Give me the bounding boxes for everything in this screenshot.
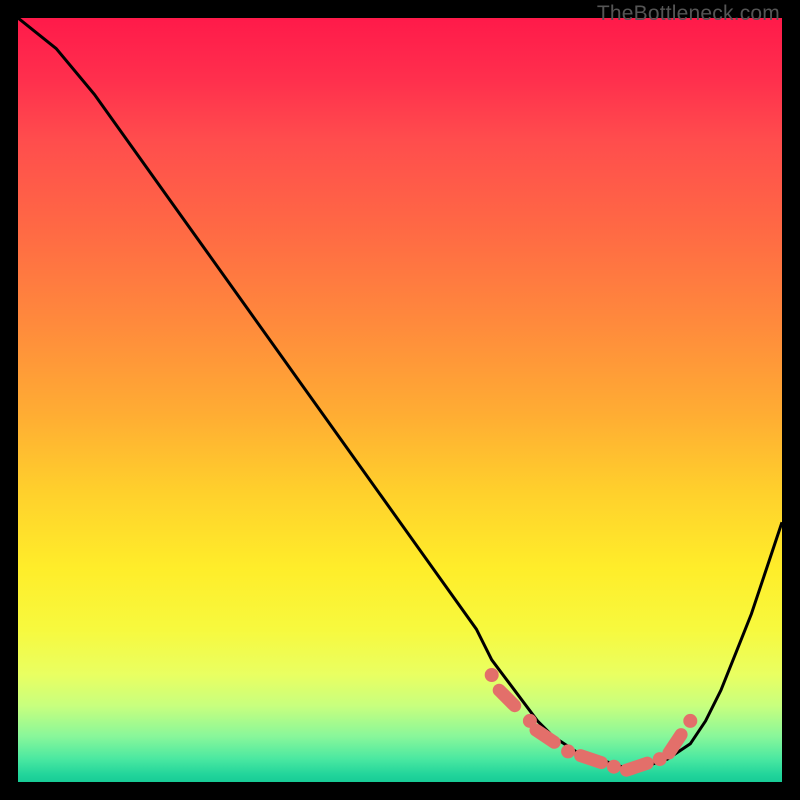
marker-dot <box>607 760 621 774</box>
curve-path <box>18 18 782 767</box>
watermark-text: TheBottleneck.com <box>597 2 780 26</box>
marker-dot <box>683 714 697 728</box>
marker-capsule <box>581 756 602 763</box>
marker-dot <box>485 668 499 682</box>
marker-capsule <box>626 763 647 770</box>
highlight-markers <box>485 668 698 774</box>
marker-capsule <box>499 690 515 706</box>
plot-area <box>18 18 782 782</box>
curve-svg <box>18 18 782 782</box>
bottleneck-curve <box>18 18 782 767</box>
marker-capsule <box>536 730 554 742</box>
chart-container: TheBottleneck.com <box>0 0 800 800</box>
marker-dot <box>561 744 575 758</box>
